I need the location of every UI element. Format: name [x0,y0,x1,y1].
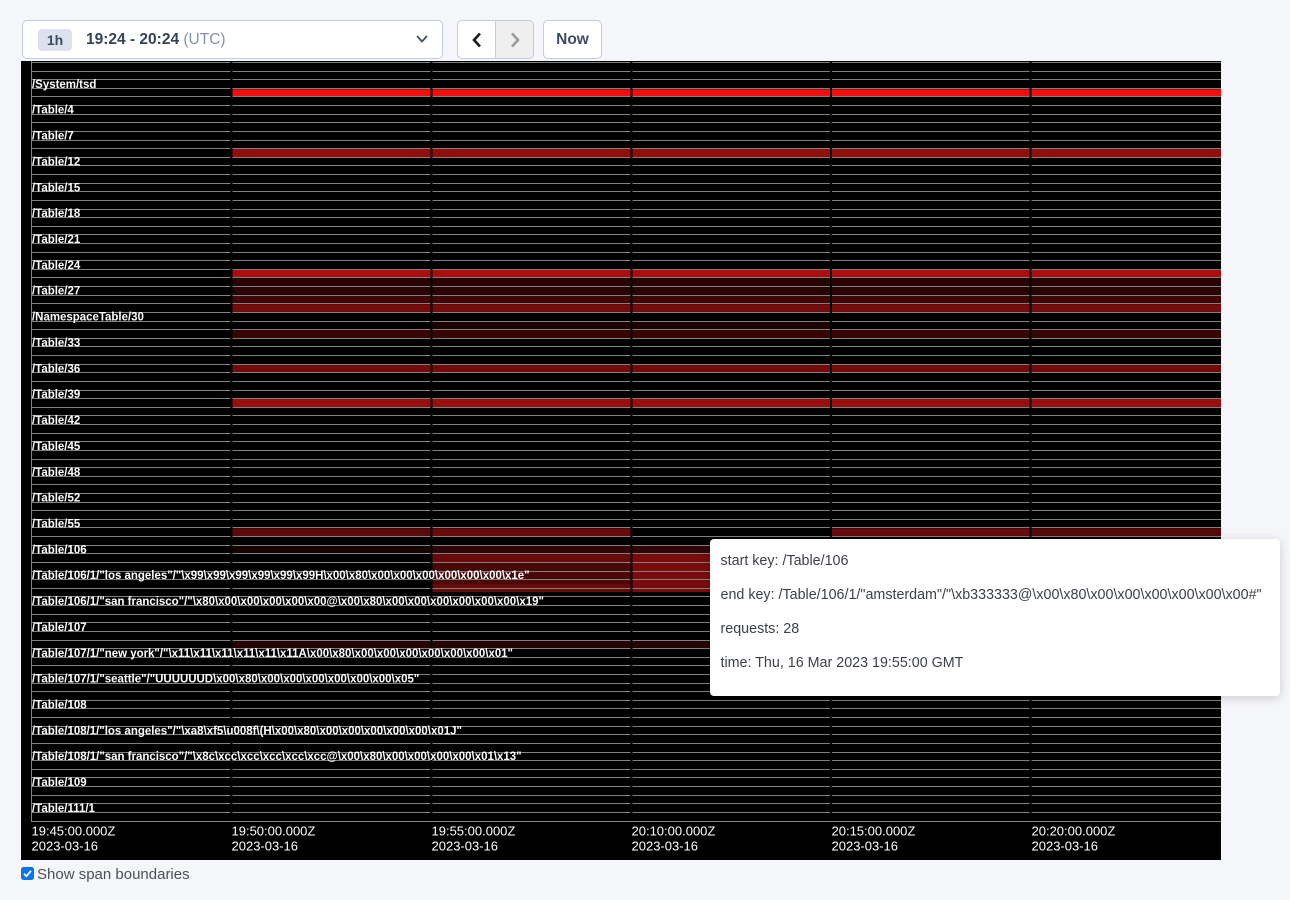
svg-text:2023-03-16: 2023-03-16 [432,839,499,854]
svg-text:/Table/24: /Table/24 [32,258,80,272]
svg-text:/Table/107: /Table/107 [32,620,87,634]
svg-text:/Table/111/1: /Table/111/1 [32,801,95,815]
svg-text:2023-03-16: 2023-03-16 [32,839,99,854]
svg-text:20:10:00.000Z: 20:10:00.000Z [632,824,716,839]
svg-text:/Table/106/1/"los angeles"/"\x: /Table/106/1/"los angeles"/"\x99\x99\x99… [32,568,530,582]
svg-text:/Table/45: /Table/45 [32,439,80,453]
svg-text:/Table/36: /Table/36 [32,361,80,375]
svg-text:19:45:00.000Z: 19:45:00.000Z [32,824,116,839]
svg-text:/NamespaceTable/30: /NamespaceTable/30 [32,310,144,324]
svg-text:/Table/108/1/"los angeles"/"\x: /Table/108/1/"los angeles"/"\xa8\xf5\u00… [32,723,462,737]
svg-text:2023-03-16: 2023-03-16 [632,839,699,854]
svg-text:20:15:00.000Z: 20:15:00.000Z [832,824,916,839]
svg-text:/Table/42: /Table/42 [32,413,80,427]
svg-text:/Table/21: /Table/21 [32,232,80,246]
svg-text:/Table/33: /Table/33 [32,336,80,350]
svg-text:2023-03-16: 2023-03-16 [832,839,899,854]
svg-text:/Table/55: /Table/55 [32,517,80,531]
svg-text:/Table/48: /Table/48 [32,465,80,479]
svg-text:2023-03-16: 2023-03-16 [1032,839,1099,854]
svg-text:/Table/108/1/"san francisco"/": /Table/108/1/"san francisco"/"\x8c\xcc\x… [32,749,522,763]
svg-text:19:50:00.000Z: 19:50:00.000Z [232,824,316,839]
svg-text:/Table/107/1/"new york"/"\x11\: /Table/107/1/"new york"/"\x11\x11\x11\x1… [32,646,513,660]
svg-text:/Table/106/1/"san francisco"/": /Table/106/1/"san francisco"/"\x80\x00\x… [32,594,544,608]
svg-text:/Table/109: /Table/109 [32,775,87,789]
svg-text:2023-03-16: 2023-03-16 [232,839,299,854]
svg-text:20:20:00.000Z: 20:20:00.000Z [1032,824,1116,839]
svg-text:/System/tsd: /System/tsd [32,77,96,91]
svg-text:/Table/7: /Table/7 [32,129,74,143]
svg-text:/Table/39: /Table/39 [32,387,80,401]
svg-text:19:55:00.000Z: 19:55:00.000Z [432,824,516,839]
svg-text:/Table/18: /Table/18 [32,206,80,220]
svg-text:/Table/12: /Table/12 [32,154,80,168]
svg-text:/Table/27: /Table/27 [32,284,80,298]
svg-text:/Table/106: /Table/106 [32,542,87,556]
svg-text:/Table/108: /Table/108 [32,698,87,712]
svg-text:/Table/4: /Table/4 [32,103,74,117]
svg-text:/Table/107/1/"seattle"/"UUUUUU: /Table/107/1/"seattle"/"UUUUUUD\x00\x80\… [32,672,419,686]
svg-text:/Table/15: /Table/15 [32,180,80,194]
svg-text:/Table/52: /Table/52 [32,491,80,505]
